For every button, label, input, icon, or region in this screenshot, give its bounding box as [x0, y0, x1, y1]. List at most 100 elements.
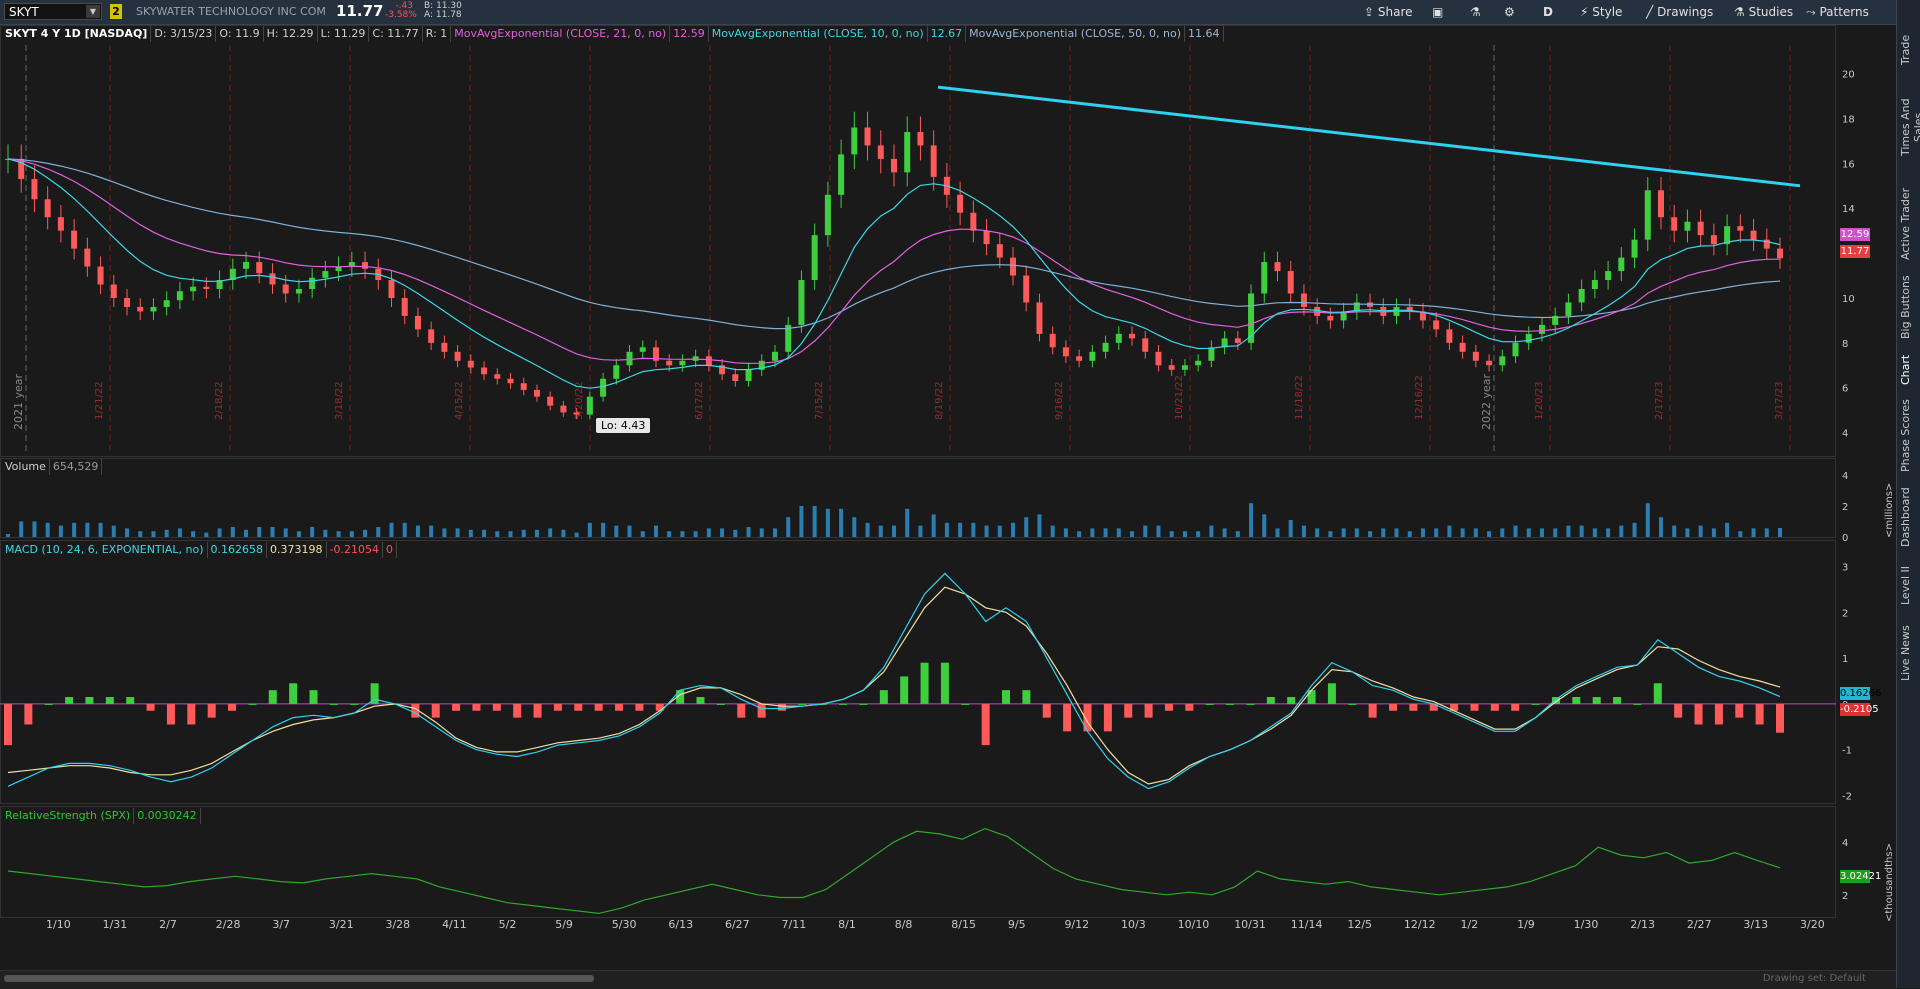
hdr-high: H: 12.29 — [264, 26, 318, 42]
macd-hist-bar — [1124, 703, 1133, 718]
volume-bar — [111, 525, 116, 537]
macd-hist-bar — [1226, 703, 1235, 705]
tab-live-news[interactable]: Live News — [1899, 618, 1919, 688]
volume-bar — [693, 531, 698, 537]
candle-body — [1459, 342, 1466, 352]
tab-chart[interactable]: Chart — [1899, 350, 1919, 390]
event-date-label: 2/17/23 — [1654, 381, 1665, 420]
macd-line — [7, 572, 1781, 790]
x-tick-label: 8/15 — [951, 918, 976, 931]
price-y-tick: 4 — [1842, 429, 1848, 440]
horizontal-scrollbar[interactable]: Drawing set: Default — [0, 970, 1896, 989]
tab-dashboard[interactable]: Dashboard — [1899, 482, 1919, 552]
volume-bar — [1539, 528, 1544, 537]
drawing-set-label: Drawing set: Default — [1762, 973, 1866, 984]
macd-value: 0.162658 — [208, 542, 268, 558]
event-date-label: 3/18/22 — [334, 381, 345, 420]
ma21-line — [7, 158, 1781, 365]
macd-hist-bar — [1103, 703, 1112, 732]
x-tick-label: 10/10 — [1177, 918, 1210, 931]
volume-bar — [1182, 531, 1187, 537]
volume-bar — [1077, 531, 1082, 537]
tab-trade[interactable]: Trade — [1899, 30, 1919, 70]
x-tick-label: 10/3 — [1121, 918, 1146, 931]
volume-bar — [627, 525, 632, 537]
event-date-label: 1/20/23 — [1534, 381, 1545, 420]
volume-label[interactable]: Volume — [2, 459, 50, 475]
macd-signal-line — [7, 586, 1781, 785]
volume-bar — [865, 522, 870, 537]
macd-hist-bar — [350, 703, 359, 705]
macd-y-tick: -2 — [1842, 791, 1852, 802]
x-tick-label: 2/27 — [1686, 918, 1712, 931]
candle-body — [428, 329, 435, 343]
macd-y-tick: 2 — [1842, 608, 1848, 619]
candle-body — [1089, 351, 1096, 361]
macd-hist-bar — [533, 703, 542, 718]
ma50-label[interactable]: MovAvgExponential (CLOSE, 50, 0, no) — [966, 26, 1186, 42]
volume-bar — [640, 531, 645, 537]
macd-y-tick: 3 — [1842, 563, 1848, 574]
candle-body — [1300, 293, 1307, 307]
macd-hist-bar — [1694, 703, 1703, 725]
candle-body — [454, 351, 461, 361]
macd-hist-bar — [105, 697, 114, 704]
macd-hist-bar — [635, 703, 644, 711]
x-tick-label: 3/13 — [1743, 918, 1769, 931]
volume-bar — [720, 528, 725, 537]
macd-hist-bar — [1470, 703, 1479, 711]
volume-bar — [706, 528, 711, 537]
volume-bar — [244, 529, 249, 537]
candle-body — [1049, 333, 1056, 348]
rs-header: RelativeStrength (SPX) 0.0030242 — [2, 808, 201, 824]
volume-bar — [376, 527, 381, 537]
volume-bar — [1738, 531, 1743, 537]
tab-big-buttons[interactable]: Big Buttons — [1899, 272, 1919, 342]
candle-body — [1486, 360, 1493, 366]
scroll-thumb[interactable] — [4, 975, 594, 982]
macd-hist-bar — [1266, 697, 1275, 704]
chart-canvas[interactable]: 1/21/22 2/18/22 3/18/22 4/15/22 5/20/22 6/17/… — [0, 0, 1896, 970]
volume-bar — [1500, 528, 1505, 537]
tab-times-and-sales[interactable]: Times And Sales — [1899, 82, 1920, 172]
ma21-value: 12.59 — [670, 26, 709, 42]
volume-header: Volume 654,529 — [2, 459, 103, 475]
candle-body — [1671, 217, 1678, 231]
event-date-label: 1/21/22 — [94, 381, 105, 420]
volume-bar — [1011, 522, 1016, 537]
hdr-date: D: 3/15/23 — [151, 26, 217, 42]
x-tick-label: 10/31 — [1234, 918, 1266, 931]
macd-hist-bar — [1042, 703, 1051, 718]
volume-bar — [680, 531, 685, 537]
volume-bar — [1063, 528, 1068, 537]
rs-label[interactable]: RelativeStrength (SPX) — [2, 808, 135, 824]
price-y-tick: 8 — [1842, 339, 1848, 350]
macd-header: MACD (10, 24, 6, EXPONENTIAL, no) 0.16265… — [2, 542, 397, 558]
volume-y-tick: 0 — [1842, 533, 1848, 544]
volume-bar — [931, 514, 936, 537]
candle-body — [533, 389, 540, 397]
chart-title: SKYT 4 Y 1D [NASDAQ] — [2, 26, 152, 42]
ma10-label[interactable]: MovAvgExponential (CLOSE, 10, 0, no) — [709, 26, 928, 42]
macd-label[interactable]: MACD (10, 24, 6, EXPONENTIAL, no) — [2, 542, 208, 558]
event-date-label: 2/18/22 — [214, 381, 225, 420]
tab-active-trader[interactable]: Active Trader — [1899, 184, 1919, 264]
macd-hist-bar — [981, 703, 990, 746]
candle-body — [983, 230, 990, 245]
volume-bar — [1394, 528, 1399, 537]
volume-bar — [1024, 517, 1029, 537]
right-sidebar: Trade Times And Sales Active Trader Big … — [1896, 0, 1920, 988]
macd-hist-bar — [553, 703, 562, 711]
volume-bar — [1606, 528, 1611, 537]
tab-phase-scores[interactable]: Phase Scores — [1899, 396, 1919, 476]
macd-hist-bar — [1592, 697, 1601, 704]
macd-hist-bar — [513, 703, 522, 718]
volume-bar — [495, 531, 500, 537]
ma21-label[interactable]: MovAvgExponential (CLOSE, 21, 0, no) — [451, 26, 671, 42]
volume-bar — [1288, 520, 1293, 537]
candle-body — [811, 235, 818, 281]
volume-bar — [1275, 528, 1280, 537]
candle-body — [84, 248, 91, 267]
macd-hist-bar — [4, 703, 12, 746]
tab-level-ii[interactable]: Level II — [1899, 560, 1919, 610]
